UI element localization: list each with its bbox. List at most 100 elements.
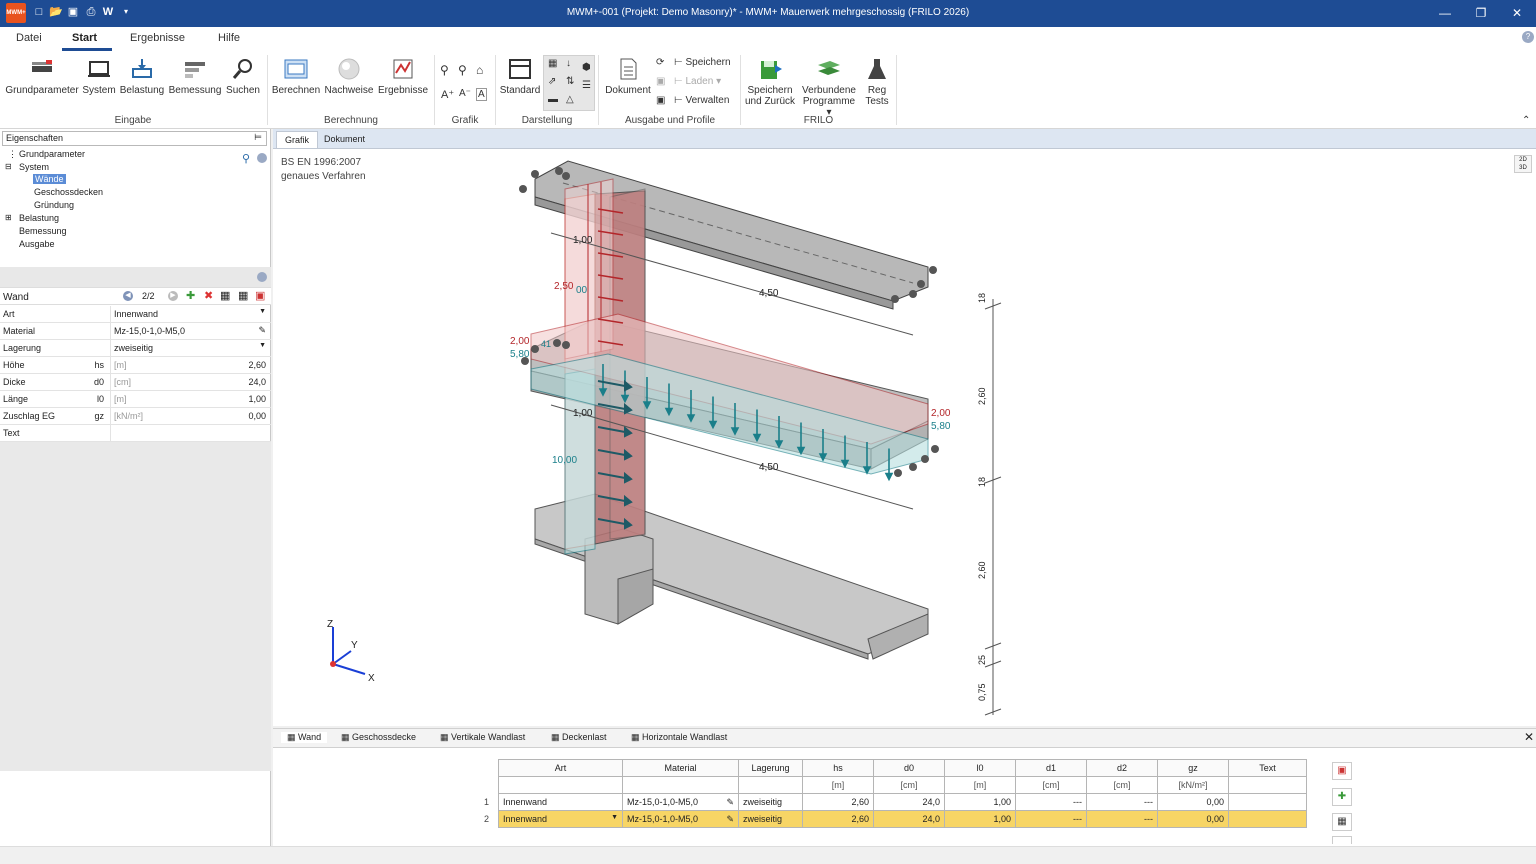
cell-d0[interactable]: 24,0: [873, 810, 945, 828]
berechnen-button[interactable]: Berechnen: [271, 57, 321, 96]
text-size-icon[interactable]: A: [476, 88, 487, 101]
property-row[interactable]: Dicke d0 [cm] 24,0: [0, 374, 271, 391]
help-icon[interactable]: ?: [1522, 31, 1534, 43]
tree-item-geschossdecken[interactable]: Geschossdecken: [34, 187, 103, 197]
minimize-button[interactable]: —: [1430, 5, 1460, 21]
property-value-field[interactable]: [m] 2,60: [110, 357, 271, 373]
search-icon[interactable]: ⚲: [242, 152, 250, 165]
font-smaller-icon[interactable]: A⁻: [459, 88, 471, 99]
panel-splitter[interactable]: [0, 267, 271, 287]
display-axis-icon[interactable]: ⇗: [548, 76, 556, 87]
close-table-icon[interactable]: ✕: [1524, 730, 1534, 744]
display-arrows-icon[interactable]: ⇅: [566, 76, 574, 87]
cell-d1[interactable]: ---: [1015, 793, 1087, 811]
open-icon[interactable]: 📂: [49, 5, 63, 19]
cell-d2[interactable]: ---: [1086, 793, 1158, 811]
dropdown-icon[interactable]: ▼: [259, 342, 266, 349]
refresh-icon[interactable]: ⟳: [656, 57, 664, 68]
save-icon[interactable]: ▣: [66, 5, 80, 19]
tab-wand[interactable]: ▦ Wand: [281, 732, 328, 743]
cell-gz[interactable]: 0,00: [1157, 793, 1229, 811]
property-value-field[interactable]: [kN/m²] 0,00: [110, 408, 271, 424]
cell-gz[interactable]: 0,00: [1157, 810, 1229, 828]
display-dim-icon[interactable]: ▬: [548, 94, 558, 105]
home-view-icon[interactable]: ⌂: [476, 63, 483, 77]
tree-item-gruendung[interactable]: Gründung: [34, 200, 74, 210]
tab-horizontale-wandlast[interactable]: ▦ Horizontale Wandlast: [631, 732, 727, 743]
tree-item-grundparameter[interactable]: Grundparameter: [19, 149, 85, 159]
property-row[interactable]: Text: [0, 425, 271, 442]
tab-dokument[interactable]: Dokument: [316, 131, 373, 148]
collapse-icon[interactable]: [257, 153, 267, 163]
table-icon[interactable]: ▦: [220, 289, 230, 302]
property-row[interactable]: Material Mz-15,0-1,0-M5,0 ✎: [0, 323, 271, 340]
col-header-art[interactable]: Art: [498, 759, 623, 777]
pdf-icon[interactable]: ▣: [255, 289, 265, 302]
standard-view-button[interactable]: Standard: [499, 57, 541, 96]
next-icon[interactable]: ▶: [168, 291, 178, 301]
cell-text[interactable]: [1228, 793, 1307, 811]
property-value-field[interactable]: Mz-15,0-1,0-M5,0 ✎: [110, 323, 271, 339]
cell-d0[interactable]: 24,0: [873, 793, 945, 811]
tree-item-belastung[interactable]: Belastung: [19, 213, 59, 223]
belastung-button[interactable]: Belastung: [119, 57, 165, 96]
dropdown-icon[interactable]: ▼: [259, 308, 266, 315]
zoom-in-icon[interactable]: ⚲: [458, 63, 467, 77]
property-value-field[interactable]: [cm] 24,0: [110, 374, 271, 390]
tab-datei[interactable]: Datei: [16, 32, 42, 44]
word-export-icon[interactable]: W: [101, 5, 115, 19]
reg-tests-button[interactable]: Reg Tests: [862, 57, 892, 107]
edit-material-icon[interactable]: ✎: [726, 814, 734, 825]
collapse-icon[interactable]: [257, 272, 267, 282]
speichern-und-zurueck-button[interactable]: Speichern und Zurück: [744, 57, 796, 107]
more-icon[interactable]: [1332, 836, 1352, 844]
collapse-ribbon-icon[interactable]: ⌃: [1522, 115, 1530, 126]
delete-icon[interactable]: ✖: [204, 289, 213, 302]
dropdown-icon[interactable]: ▼: [611, 814, 618, 821]
suchen-button[interactable]: Suchen: [225, 57, 261, 96]
display-triangle-icon[interactable]: △: [566, 94, 574, 105]
new-icon[interactable]: □: [32, 5, 46, 19]
cell-hs[interactable]: 2,60: [802, 793, 874, 811]
edit-material-icon[interactable]: ✎: [726, 797, 734, 808]
insert-row-icon[interactable]: ▦: [1332, 813, 1352, 831]
display-down-icon[interactable]: ↓: [566, 58, 571, 69]
font-larger-icon[interactable]: A⁺: [441, 88, 454, 101]
cell-art[interactable]: Innenwand: [498, 793, 623, 811]
property-row[interactable]: Länge l0 [m] 1,00: [0, 391, 271, 408]
property-value-field[interactable]: [110, 425, 271, 441]
tree-item-bemessung[interactable]: Bemessung: [19, 226, 67, 236]
property-value-field[interactable]: Innenwand ▼: [110, 306, 271, 322]
add-row-icon[interactable]: ✚: [1332, 788, 1352, 806]
display-layers-icon[interactable]: ☰: [582, 80, 591, 91]
cell-art[interactable]: Innenwand ▼: [498, 810, 623, 828]
col-header-text[interactable]: Text: [1228, 759, 1307, 777]
tab-hilfe[interactable]: Hilfe: [218, 32, 240, 44]
print-icon[interactable]: ⎙: [84, 5, 98, 19]
col-header-gz[interactable]: gz: [1157, 759, 1229, 777]
tab-start[interactable]: Start: [72, 32, 97, 44]
cell-hs[interactable]: 2,60: [802, 810, 874, 828]
cell-d2[interactable]: ---: [1086, 810, 1158, 828]
dokument-button[interactable]: Dokument: [604, 57, 652, 96]
property-row[interactable]: Lagerung zweiseitig ▼: [0, 340, 271, 357]
load-profile-icon[interactable]: ▣: [656, 76, 665, 87]
verbundene-programme-button[interactable]: Verbundene Programme ▾: [800, 57, 858, 118]
tree-item-waende[interactable]: Wände: [33, 174, 66, 184]
pdf-export-icon[interactable]: ▣: [1332, 762, 1352, 780]
customize-quick-access-icon[interactable]: ▾: [119, 5, 133, 19]
col-header-d2[interactable]: d2: [1086, 759, 1158, 777]
display-options-grid[interactable]: ▦ ↓ ⬢ ⇗ ⇅ ☰ ▬ △: [543, 55, 595, 111]
display-solid-icon[interactable]: ⬢: [582, 62, 591, 73]
col-header-l0[interactable]: l0: [944, 759, 1016, 777]
verwalten-profile-button[interactable]: ⊢ Verwalten: [674, 95, 729, 106]
edit-material-icon[interactable]: ✎: [258, 325, 266, 336]
cell-l0[interactable]: 1,00: [944, 810, 1016, 828]
col-header-material[interactable]: Material: [622, 759, 739, 777]
tree-collapse-icon[interactable]: ⊟: [5, 162, 12, 171]
property-value-field[interactable]: zweiseitig ▼: [110, 340, 271, 356]
col-header-lagerung[interactable]: Lagerung: [738, 759, 803, 777]
speichern-profile-button[interactable]: ⊢ Speichern: [674, 57, 731, 68]
bemessung-button[interactable]: Bemessung: [168, 57, 222, 96]
ergebnisse-button[interactable]: Ergebnisse: [377, 57, 429, 96]
